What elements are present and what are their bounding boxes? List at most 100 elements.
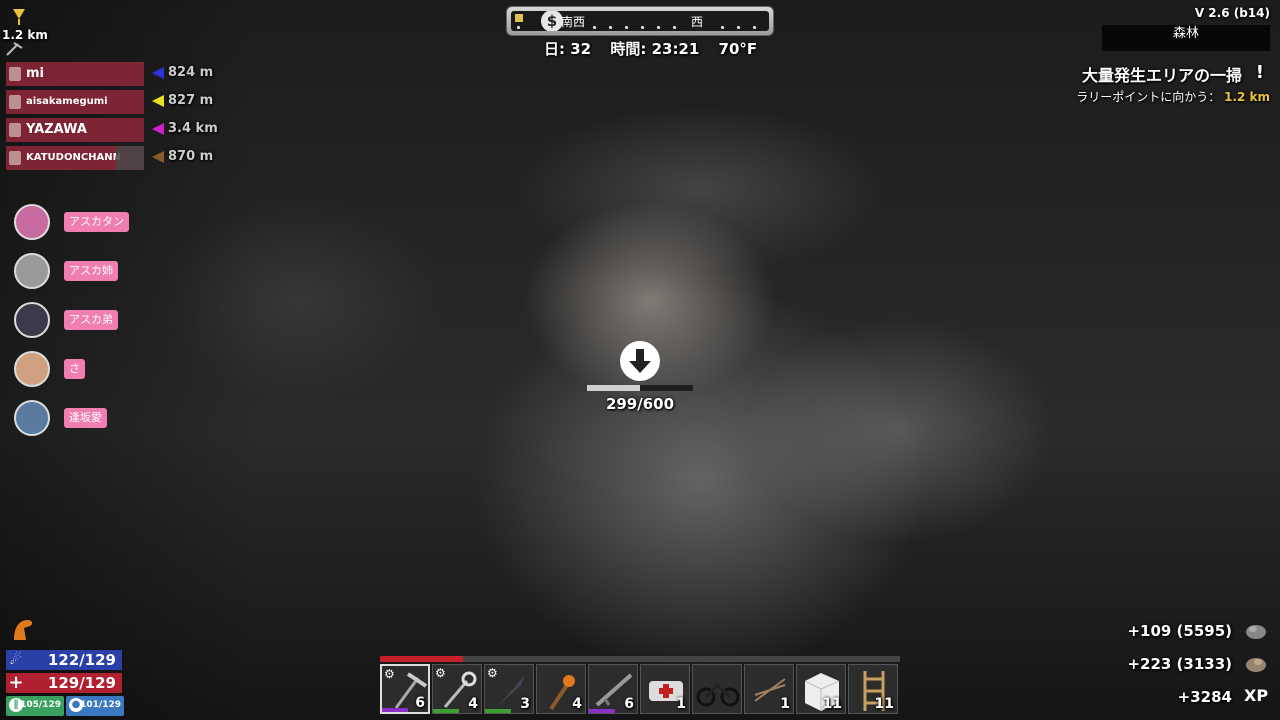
compass-tick xyxy=(517,26,520,29)
compass-bar: $ 南西 西 xyxy=(506,6,774,36)
player-icon xyxy=(9,67,21,81)
avatar xyxy=(14,400,50,436)
compass-dir-west: 西 xyxy=(691,15,704,29)
player-distance-value: 824 m xyxy=(168,65,214,80)
player-icon xyxy=(9,151,21,165)
avatar xyxy=(14,253,50,289)
dollar-icon: $ xyxy=(541,11,563,31)
avatar xyxy=(14,204,50,240)
quest-title: 大量発生エリアの一掃 xyxy=(1081,66,1242,85)
quest-marker-icon xyxy=(13,9,25,25)
character-icon xyxy=(14,620,33,640)
toolbelt-slot-torch[interactable]: 4 xyxy=(536,664,586,714)
stamina-value: 122/129 xyxy=(47,651,116,669)
target-health-bar xyxy=(587,385,693,391)
health-value: 129/129 xyxy=(47,674,116,692)
slot-count: 3 xyxy=(520,696,530,712)
quality-bar xyxy=(433,709,459,713)
compass-tick xyxy=(753,26,756,29)
quality-bar xyxy=(589,709,615,713)
player-distance-value: 3.4 km xyxy=(168,121,218,136)
food-bar: ∥ 105/129 xyxy=(6,696,64,716)
player-distance: 3.4 km xyxy=(152,121,218,136)
slot-count: 4 xyxy=(572,696,582,712)
toolbelt-slot-arrows[interactable]: 1 xyxy=(744,664,794,714)
player-distance: 827 m xyxy=(152,93,213,108)
slot-count: 6 xyxy=(415,695,425,711)
compass-tick xyxy=(657,26,660,29)
motorcycle-icon xyxy=(696,682,740,707)
target-health-text: 299/600 xyxy=(605,395,675,413)
held-item-durability-fill xyxy=(380,656,464,662)
stamina-bar: ☄ 122/129 xyxy=(6,650,122,670)
ore-icon xyxy=(1244,653,1268,673)
toolbelt-slot-block[interactable]: 11 xyxy=(796,664,846,714)
held-item-durability-bar xyxy=(380,656,900,662)
xp-icon: XP xyxy=(1244,686,1269,705)
compass-tick xyxy=(625,26,628,29)
version-label: V 2.6 (b14) xyxy=(1194,6,1270,20)
compass-dir-southwest: 南西 xyxy=(561,15,586,29)
temperature: 70°F xyxy=(718,40,758,58)
player-distance: 824 m xyxy=(152,65,213,80)
toolbelt-slot-pickaxe[interactable]: ⚙ 6 xyxy=(380,664,430,714)
player-name: YAZAWA xyxy=(26,122,87,137)
direction-arrow-icon xyxy=(152,94,164,107)
quality-bar xyxy=(382,708,408,712)
player-distance-value: 827 m xyxy=(168,93,214,108)
compass-tick xyxy=(737,26,740,29)
party-member-tag: アスカ姉 xyxy=(64,261,118,281)
quest-marker-distance: 1.2 km xyxy=(2,28,48,42)
quest-exclamation-icon: ! xyxy=(1255,62,1264,83)
water-bar: ● 101/129 xyxy=(66,696,124,716)
stone-icon xyxy=(1244,620,1268,640)
toolbelt-slot-knife[interactable]: ⚙ 3 xyxy=(484,664,534,714)
direction-arrow-icon xyxy=(152,150,164,163)
toolbelt-slot-medkit[interactable]: 1 xyxy=(640,664,690,714)
player-icon xyxy=(9,95,21,109)
player-row-yazawa: YAZAWA xyxy=(6,118,144,142)
compass-strip: $ 南西 西 xyxy=(511,11,769,31)
health-bar: + 129/129 xyxy=(6,673,122,693)
compass-tick xyxy=(593,26,596,29)
toolbelt-slot-rifle[interactable]: 6 xyxy=(588,664,638,714)
water-value: 101/129 xyxy=(80,700,121,710)
clock: 時間: 23:21 xyxy=(610,40,700,58)
xp-gain-stone: +109 (5595) xyxy=(1127,622,1232,640)
time-row: 日: 32 時間: 23:21 70°F xyxy=(544,38,771,59)
quest-objective-distance: 1.2 km xyxy=(1224,90,1270,104)
player-name: aisakamegumi xyxy=(26,96,108,107)
player-health-missing xyxy=(116,146,144,170)
player-name: KATUDONCHANN xyxy=(26,152,122,163)
party-member-tag: アスカタン xyxy=(64,212,129,232)
quality-bar xyxy=(485,709,511,713)
quest-objective-label: ラリーポイントに向かう： xyxy=(1076,90,1221,104)
day-counter: 日: 32 xyxy=(544,40,592,58)
food-value: 105/129 xyxy=(20,700,61,710)
party-member-tag: アスカ弟 xyxy=(64,310,118,330)
biome-label: 森林 xyxy=(1102,25,1270,51)
player-row-aisakamegumi: aisakamegumi xyxy=(6,90,144,114)
pickaxe-small-icon xyxy=(6,42,23,56)
direction-arrow-icon xyxy=(152,66,164,79)
target-health-fill xyxy=(587,385,640,391)
slot-count: 4 xyxy=(468,696,478,712)
toolbelt-slot-motorcycle[interactable] xyxy=(692,664,742,714)
slot-count: 11 xyxy=(822,696,842,712)
harvest-down-arrow-icon xyxy=(620,341,660,381)
slot-count: 1 xyxy=(780,696,790,712)
player-icon xyxy=(9,123,21,137)
player-row-katudonchann: KATUDONCHANN xyxy=(6,146,144,170)
compass-tick xyxy=(609,26,612,29)
avatar xyxy=(14,302,50,338)
player-distance: 870 m xyxy=(152,149,213,164)
quest-objective: ラリーポイントに向かう： 1.2 km xyxy=(1076,88,1270,105)
toolbelt-slot-wrench[interactable]: ⚙ 4 xyxy=(432,664,482,714)
toolbelt-slot-ladder[interactable]: 11 xyxy=(848,664,898,714)
xp-gain-ore: +223 (3133) xyxy=(1127,655,1232,673)
player-distance-value: 870 m xyxy=(168,149,214,164)
slot-count: 6 xyxy=(624,696,634,712)
party-member-tag: 逢坂愛 xyxy=(64,408,107,428)
compass-tick xyxy=(641,26,644,29)
player-row-mi: mi xyxy=(6,62,144,86)
